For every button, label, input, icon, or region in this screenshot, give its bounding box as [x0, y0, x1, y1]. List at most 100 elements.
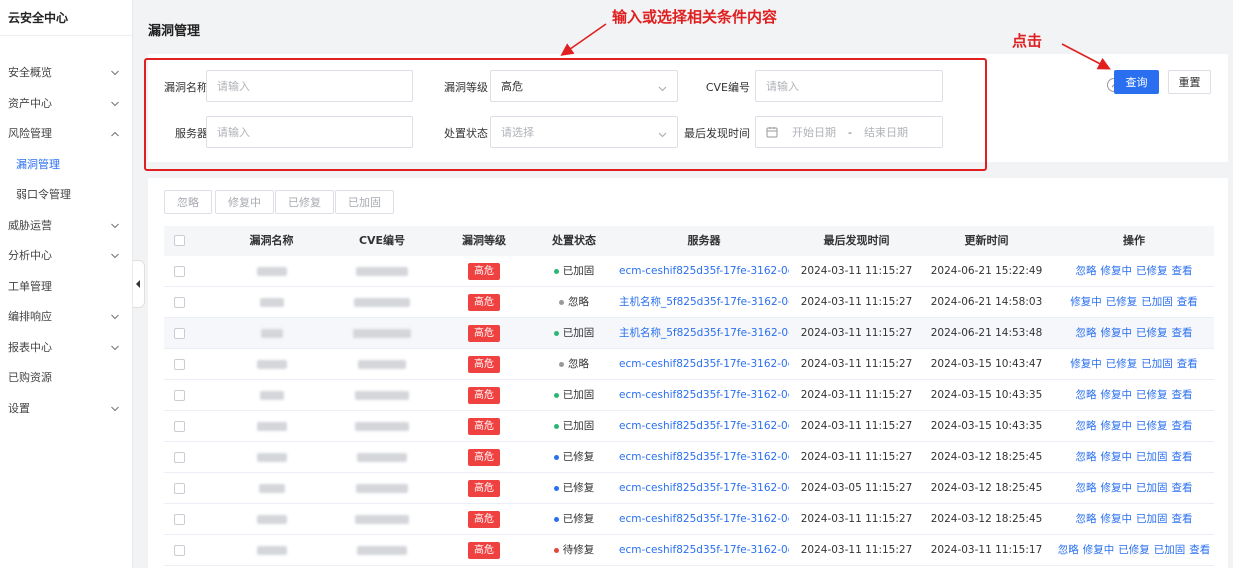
server-link[interactable]: ecm-ceshif825d35f-17fe-3162-0e68-... — [619, 411, 789, 442]
table-row[interactable]: 高危 已加固 ecm-ceshif825d35f-17fe-3162-0e68-..… — [164, 380, 1214, 411]
last-found-date-range[interactable]: 开始日期 - 结束日期 — [755, 116, 943, 148]
row-action-link[interactable]: 查看 — [1172, 327, 1193, 339]
row-action-link[interactable]: 已修复 — [1106, 358, 1138, 370]
row-action-link[interactable]: 忽略 — [1076, 389, 1097, 401]
row-action-link[interactable]: 已加固 — [1136, 513, 1168, 525]
row-action-link[interactable]: 忽略 — [1076, 420, 1097, 432]
row-checkbox[interactable] — [174, 452, 185, 463]
row-action-link[interactable]: 修复中 — [1101, 482, 1133, 494]
sidebar-collapse-handle[interactable] — [133, 260, 145, 308]
reset-button[interactable]: 重置 — [1168, 70, 1211, 94]
row-action-link[interactable]: 修复中 — [1101, 265, 1133, 277]
table-row[interactable]: 高危 已修复 ecm-ceshif825d35f-17fe-3162-0e68-..… — [164, 442, 1214, 473]
row-action-link[interactable]: 修复中 — [1101, 451, 1133, 463]
sidebar-item[interactable]: 弱口令管理 — [0, 180, 132, 211]
table-row[interactable]: 高危 已修复 ecm-ceshif825d35f-17fe-3162-0e68-..… — [164, 504, 1214, 535]
row-action-link[interactable]: 修复中 — [1101, 327, 1133, 339]
row-action-link[interactable]: 查看 — [1177, 358, 1198, 370]
sidebar-item[interactable]: 安全概览 — [0, 58, 132, 89]
row-action-link[interactable]: 忽略 — [1076, 482, 1097, 494]
row-action-link[interactable]: 查看 — [1177, 296, 1198, 308]
server-input[interactable]: 请输入 — [206, 116, 413, 148]
row-checkbox[interactable] — [174, 390, 185, 401]
row-action-link[interactable]: 已修复 — [1118, 544, 1150, 556]
table-row[interactable]: 高危 忽略 ecm-ceshif825d35f-17fe-3162-0e68-...… — [164, 349, 1214, 380]
bulk-fixing-button[interactable]: 修复中 — [215, 190, 274, 214]
bulk-fixed-button[interactable]: 已修复 — [275, 190, 334, 214]
row-checkbox[interactable] — [174, 483, 185, 494]
row-action-link[interactable]: 已修复 — [1106, 296, 1138, 308]
table-row[interactable]: 高危 已修复 ecm-ceshif825d35f-17fe-3162-0e68-..… — [164, 473, 1214, 504]
row-checkbox[interactable] — [174, 266, 185, 277]
server-link[interactable]: ecm-ceshif825d35f-17fe-3162-0e68-... — [619, 442, 789, 473]
row-action-link[interactable]: 修复中 — [1101, 420, 1133, 432]
sidebar-item[interactable]: 风险管理 — [0, 119, 132, 150]
row-action-link[interactable]: 查看 — [1172, 513, 1193, 525]
row-action-link[interactable]: 查看 — [1172, 420, 1193, 432]
row-checkbox[interactable] — [174, 545, 185, 556]
row-checkbox[interactable] — [174, 514, 185, 525]
sidebar-item[interactable]: 资产中心 — [0, 89, 132, 120]
vuln-level-select[interactable]: 高危 — [490, 70, 678, 102]
row-action-link[interactable]: 已加固 — [1154, 544, 1186, 556]
table-row[interactable]: 高危 已加固 ecm-ceshif825d35f-17fe-3162-0e68-..… — [164, 256, 1214, 287]
row-action-link[interactable]: 已加固 — [1136, 482, 1168, 494]
query-button[interactable]: 查询 — [1114, 70, 1159, 94]
row-action-link[interactable]: 已修复 — [1136, 327, 1168, 339]
row-action-link[interactable]: 查看 — [1172, 265, 1193, 277]
row-action-link[interactable]: 查看 — [1172, 451, 1193, 463]
server-link[interactable]: 主机名称_5f825d35f-17fe-3162-0e68... — [619, 287, 789, 318]
row-action-link[interactable]: 已修复 — [1136, 420, 1168, 432]
server-link[interactable]: ecm-ceshif825d35f-17fe-3162-0e68-... — [619, 380, 789, 411]
bulk-ignore-button[interactable]: 忽略 — [164, 190, 212, 214]
select-all-checkbox[interactable] — [174, 235, 185, 246]
table-row[interactable]: 高危 待修复 ecm-ceshif825d35f-17fe-3162-0e68-..… — [164, 535, 1214, 566]
server-link[interactable]: ecm-ceshif825d35f-17fe-3162-0e68-... — [619, 473, 789, 504]
row-action-link[interactable]: 已修复 — [1136, 389, 1168, 401]
status-text: 已修复 — [562, 513, 595, 525]
cve-input[interactable]: 请输入 — [755, 70, 943, 102]
row-action-link[interactable]: 查看 — [1189, 544, 1210, 556]
table-row[interactable]: 高危 忽略 主机名称_5f825d35f-17fe-3162-0e68... 2024… — [164, 287, 1214, 318]
sidebar-item[interactable]: 威胁运营 — [0, 211, 132, 242]
sidebar-item[interactable]: 报表中心 — [0, 333, 132, 364]
row-checkbox[interactable] — [174, 328, 185, 339]
row-checkbox[interactable] — [174, 421, 185, 432]
row-action-link[interactable]: 忽略 — [1076, 513, 1097, 525]
server-link[interactable]: ecm-ceshif825d35f-17fe-3162-0e68-... — [619, 504, 789, 535]
sidebar-item[interactable]: 工单管理 — [0, 272, 132, 303]
row-action-link[interactable]: 已加固 — [1141, 358, 1173, 370]
sidebar-item[interactable]: 分析中心 — [0, 241, 132, 272]
vuln-name-cell — [224, 318, 319, 349]
server-link[interactable]: ecm-ceshif825d35f-17fe-3162-0e68-... — [619, 256, 789, 287]
row-action-link[interactable]: 查看 — [1172, 389, 1193, 401]
row-action-link[interactable]: 已加固 — [1136, 451, 1168, 463]
sidebar-item[interactable]: 设置 — [0, 394, 132, 425]
sidebar-item-label: 风险管理 — [8, 127, 52, 140]
row-action-link[interactable]: 查看 — [1172, 482, 1193, 494]
sidebar-item[interactable]: 已购资源 — [0, 363, 132, 394]
row-action-link[interactable]: 忽略 — [1076, 265, 1097, 277]
row-checkbox[interactable] — [174, 359, 185, 370]
row-action-link[interactable]: 修复中 — [1070, 358, 1102, 370]
status-select[interactable]: 请选择 — [490, 116, 678, 148]
table-row[interactable]: 高危 已加固 主机名称_5f825d35f-17fe-3162-0e68... 202… — [164, 318, 1214, 349]
server-link[interactable]: ecm-ceshif825d35f-17fe-3162-0e68-... — [619, 535, 789, 566]
row-action-link[interactable]: 忽略 — [1058, 544, 1079, 556]
bulk-hardened-button[interactable]: 已加固 — [335, 190, 394, 214]
vuln-name-input[interactable]: 请输入 — [206, 70, 413, 102]
row-action-link[interactable]: 已修复 — [1136, 265, 1168, 277]
sidebar-item[interactable]: 漏洞管理 — [0, 150, 132, 181]
row-checkbox[interactable] — [174, 297, 185, 308]
row-action-link[interactable]: 修复中 — [1101, 513, 1133, 525]
row-action-link[interactable]: 修复中 — [1083, 544, 1115, 556]
server-link[interactable]: 主机名称_5f825d35f-17fe-3162-0e68... — [619, 318, 789, 349]
row-action-link[interactable]: 忽略 — [1076, 451, 1097, 463]
row-action-link[interactable]: 修复中 — [1070, 296, 1102, 308]
server-link[interactable]: ecm-ceshif825d35f-17fe-3162-0e68-... — [619, 349, 789, 380]
row-action-link[interactable]: 已加固 — [1141, 296, 1173, 308]
row-action-link[interactable]: 忽略 — [1076, 327, 1097, 339]
sidebar-item[interactable]: 编排响应 — [0, 302, 132, 333]
table-row[interactable]: 高危 已加固 ecm-ceshif825d35f-17fe-3162-0e68-..… — [164, 411, 1214, 442]
row-action-link[interactable]: 修复中 — [1101, 389, 1133, 401]
